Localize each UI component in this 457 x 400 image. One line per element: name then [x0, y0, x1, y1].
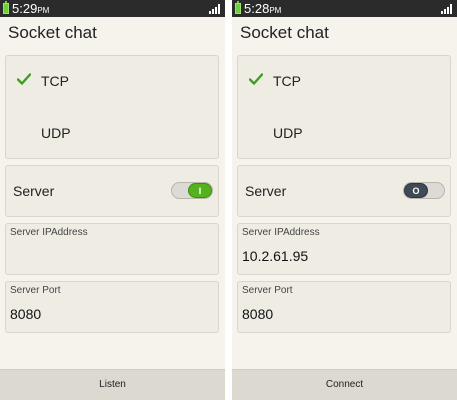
bottom-action-bar: Listen	[0, 369, 225, 400]
protocol-option-tcp[interactable]: TCP	[6, 56, 218, 108]
status-bar: 5:29PM	[0, 0, 225, 17]
check-icon	[17, 73, 31, 85]
protocol-option-tcp[interactable]: TCP	[238, 56, 450, 108]
server-ip-label: Server IPAddress	[242, 227, 320, 238]
app-title: Socket chat	[240, 23, 329, 42]
protocol-label-udp: UDP	[273, 125, 303, 141]
battery-icon	[3, 1, 9, 14]
server-port-value: 8080	[242, 306, 274, 322]
server-toggle[interactable]: I	[171, 182, 213, 199]
status-time: 5:29PM	[12, 1, 50, 16]
signal-icon	[441, 4, 453, 14]
server-row: Server I	[5, 165, 219, 217]
status-bar: 5:28PM	[232, 0, 457, 17]
battery-icon	[235, 1, 241, 14]
server-ip-value: 10.2.61.95	[242, 248, 309, 264]
listen-button[interactable]: Listen	[0, 370, 225, 400]
bottom-action-bar: Connect	[232, 369, 457, 400]
connect-button[interactable]: Connect	[232, 370, 457, 400]
status-time: 5:28PM	[244, 1, 282, 16]
server-port-field[interactable]: Server Port 8080	[237, 281, 451, 333]
server-port-field[interactable]: Server Port 8080	[5, 281, 219, 333]
protocol-label-tcp: TCP	[273, 73, 301, 89]
server-ip-label: Server IPAddress	[10, 227, 88, 238]
server-toggle[interactable]: O	[403, 182, 445, 199]
toggle-knob: O	[404, 183, 428, 198]
protocol-label-udp: UDP	[41, 125, 71, 141]
app-title: Socket chat	[8, 23, 97, 42]
server-label: Server	[245, 183, 287, 199]
server-port-label: Server Port	[242, 285, 293, 296]
signal-icon	[209, 4, 221, 14]
server-label: Server	[13, 183, 55, 199]
server-port-label: Server Port	[10, 285, 61, 296]
screen-client-mode: 5:28PM Socket chat TCP UDP Server O Serv…	[232, 0, 457, 400]
screen-server-mode: 5:29PM Socket chat TCP UDP Server I Serv…	[0, 0, 225, 400]
protocol-option-udp[interactable]: UDP	[6, 108, 218, 160]
protocol-list: TCP UDP	[5, 55, 219, 159]
toggle-knob: I	[188, 183, 212, 198]
protocol-label-tcp: TCP	[41, 73, 69, 89]
protocol-list: TCP UDP	[237, 55, 451, 159]
server-ip-field[interactable]: Server IPAddress 10.2.61.95	[237, 223, 451, 275]
server-row: Server O	[237, 165, 451, 217]
server-ip-field[interactable]: Server IPAddress	[5, 223, 219, 275]
check-icon	[249, 73, 263, 85]
protocol-option-udp[interactable]: UDP	[238, 108, 450, 160]
server-port-value: 8080	[10, 306, 42, 322]
